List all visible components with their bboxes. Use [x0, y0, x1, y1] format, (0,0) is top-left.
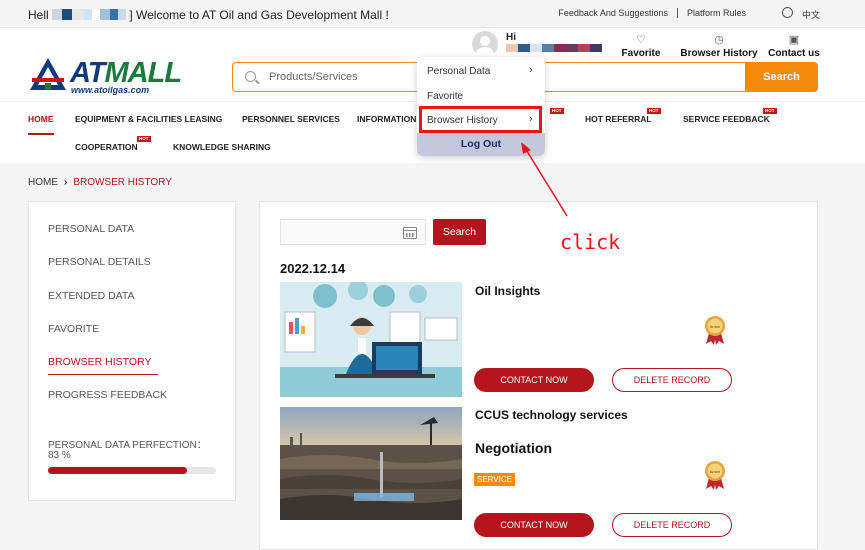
annotation-click-text: click	[560, 230, 621, 254]
history-date: 2022.12.14	[280, 261, 346, 276]
clock-icon: ◷	[714, 34, 724, 46]
sidebar-active-underline	[48, 374, 158, 375]
sidebar-item-browser-history[interactable]: BROWSER HISTORY	[48, 356, 151, 368]
breadcrumb-current: BROWSER HISTORY	[73, 177, 172, 188]
calendar-icon[interactable]	[403, 227, 417, 239]
favorite-link[interactable]: ♡ Favorite	[616, 34, 666, 59]
perfection-value: 83 %	[48, 450, 71, 461]
hot-badge: HOT	[647, 108, 661, 114]
sidebar-item-extended-data[interactable]: EXTENDED DATA	[48, 290, 135, 302]
nav-active-underline	[28, 133, 54, 135]
ccus-thumbnail[interactable]	[280, 407, 462, 520]
browser-history-label: Browser History	[680, 48, 758, 59]
logo-url: www.atoilgas.com	[71, 85, 150, 95]
breadcrumb-home[interactable]: HOME	[28, 177, 58, 188]
badge-text: Anton	[710, 469, 720, 474]
search-icon	[245, 71, 256, 82]
redacted-block	[110, 9, 119, 21]
perfection-progress-bar	[48, 467, 216, 474]
nav-hot-referral[interactable]: HOT REFERRAL	[585, 114, 652, 124]
heart-icon: ♡	[636, 34, 646, 46]
award-badge-icon: Anton	[705, 461, 725, 490]
record-title[interactable]: CCUS technology services	[475, 408, 628, 422]
feedback-link[interactable]: Feedback And Suggestions	[549, 8, 678, 18]
sidebar: PERSONAL DATA PERSONAL DETAILS EXTENDED …	[28, 201, 236, 501]
menu-item-personal-data[interactable]: Personal Data	[427, 66, 490, 77]
record-title[interactable]: Oil Insights	[475, 284, 540, 298]
service-tag: SERVICE	[474, 473, 515, 486]
sidebar-item-favorite[interactable]: FAVORITE	[48, 323, 99, 335]
redacted-block	[92, 9, 101, 21]
menu-item-favorite[interactable]: Favorite	[427, 91, 463, 102]
contact-us-label: Contact us	[768, 48, 820, 59]
breadcrumb: HOME › BROWSER HISTORY	[28, 177, 172, 188]
record-subtitle: Negotiation	[475, 440, 552, 456]
redacted-block	[84, 9, 93, 21]
nav-knowledge-sharing[interactable]: KNOWLEDGE SHARING	[173, 142, 271, 152]
contact-now-button[interactable]: CONTACT NOW	[474, 513, 594, 537]
language-switch[interactable]: 中文	[802, 8, 820, 21]
hot-badge: HOT	[763, 108, 777, 114]
nav-information[interactable]: INFORMATION	[357, 114, 416, 124]
search-button[interactable]: Search	[745, 62, 818, 92]
chat-icon: ▣	[788, 34, 800, 46]
nav-equipment-leasing[interactable]: EQUIPMENT & FACILITIES LEASING	[75, 114, 222, 124]
redacted-block	[72, 9, 85, 21]
logo-mark-icon[interactable]	[28, 56, 68, 92]
award-badge-icon: Anton	[705, 316, 725, 345]
avatar[interactable]	[472, 31, 498, 57]
favorite-label: Favorite	[621, 48, 661, 59]
redacted-username	[506, 44, 602, 52]
highlight-box	[419, 106, 542, 133]
date-picker-input[interactable]	[280, 219, 426, 245]
sidebar-item-personal-data[interactable]: PERSONAL DATA	[48, 223, 134, 235]
redacted-block	[100, 9, 111, 21]
history-search-button[interactable]: Search	[433, 219, 486, 245]
redacted-block	[62, 9, 73, 21]
nav-cooperation[interactable]: COOPERATION	[75, 142, 138, 152]
contact-now-button[interactable]: CONTACT NOW	[474, 368, 594, 392]
delete-record-button[interactable]: DELETE RECORD	[612, 368, 732, 392]
platform-rules-link[interactable]: Platform Rules	[678, 8, 755, 18]
hot-badge: HOT	[137, 136, 151, 142]
browser-history-link[interactable]: ◷ Browser History	[678, 34, 760, 59]
welcome-message: Hell ] Welcome to AT Oil and Gas Develop…	[28, 7, 389, 22]
search-placeholder: Products/Services	[269, 71, 358, 83]
chevron-right-icon: ›	[529, 64, 533, 76]
redacted-block	[52, 9, 63, 21]
nav-service-feedback[interactable]: SERVICE FEEDBACK	[683, 114, 770, 124]
nav-personnel-services[interactable]: PERSONNEL SERVICES	[242, 114, 340, 124]
greeting-prefix: Hell	[28, 7, 49, 22]
sidebar-item-progress-feedback[interactable]: PROGRESS FEEDBACK	[48, 389, 167, 401]
chevron-right-icon: ›	[64, 177, 68, 188]
perfection-progress-fill	[48, 467, 188, 474]
top-bar: Hell ] Welcome to AT Oil and Gas Develop…	[0, 0, 865, 28]
oil-insights-thumbnail[interactable]	[280, 282, 462, 397]
sidebar-item-personal-details[interactable]: PERSONAL DETAILS	[48, 256, 151, 268]
perfection-label: PERSONAL DATA PERFECTION：	[48, 440, 207, 451]
annotation-arrow-icon	[521, 142, 568, 217]
globe-icon[interactable]	[782, 7, 793, 18]
badge-text: Anton	[710, 324, 720, 329]
nav-home[interactable]: HOME	[28, 114, 54, 124]
contact-us-link[interactable]: ▣ Contact us	[766, 34, 822, 59]
user-greeting: Hi	[506, 32, 516, 43]
redacted-block	[118, 9, 127, 21]
greeting-suffix: ] Welcome to AT Oil and Gas Development …	[129, 7, 389, 22]
hot-badge: HOT	[550, 108, 564, 114]
delete-record-button[interactable]: DELETE RECORD	[612, 513, 732, 537]
